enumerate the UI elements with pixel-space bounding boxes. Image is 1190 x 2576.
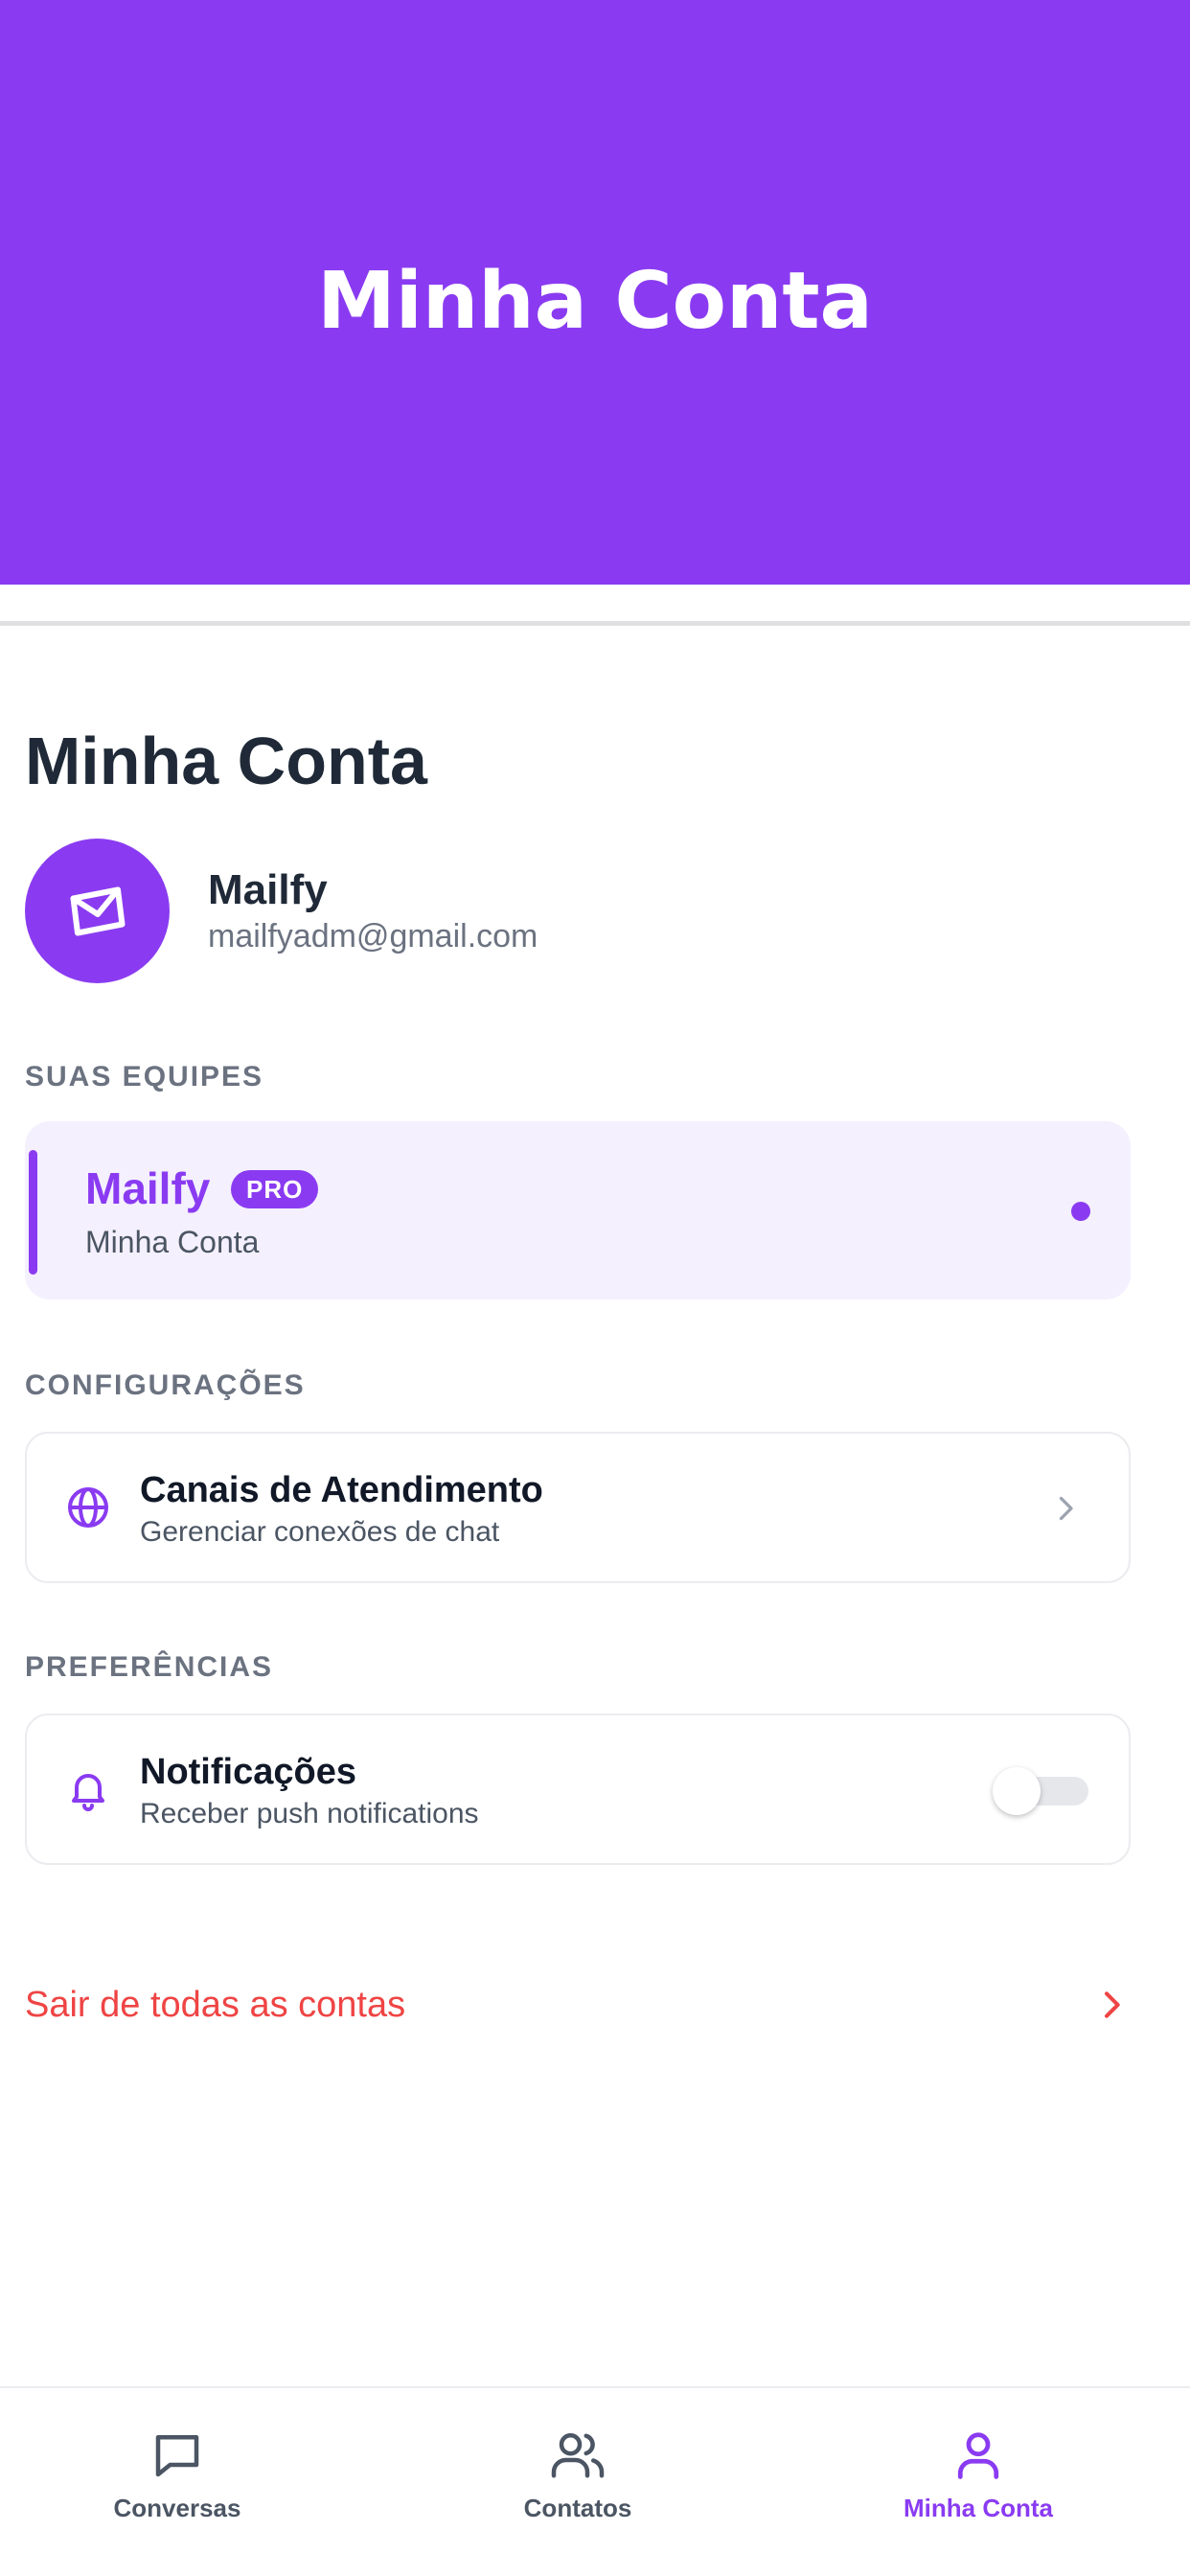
- users-icon: [551, 2433, 605, 2478]
- tab-contatos[interactable]: Contatos: [453, 2388, 702, 2576]
- settings-section-label: CONFIGURAÇÕES: [25, 1369, 306, 1401]
- profile-email: mailfyadm@gmail.com: [208, 918, 538, 954]
- avatar: [25, 839, 170, 983]
- globe-icon: [68, 1487, 108, 1528]
- settings-item-canais[interactable]: Canais de Atendimento Gerenciar conexões…: [25, 1432, 1131, 1583]
- chevron-right-icon: [1105, 1991, 1120, 2018]
- team-selected-indicator: [29, 1150, 37, 1275]
- header-divider: [0, 621, 1190, 626]
- bottom-tab-bar: Conversas Contatos Minha Conta: [0, 2386, 1190, 2576]
- preferences-item-subtitle: Receber push notifications: [140, 1798, 479, 1829]
- chevron-right-icon: [1059, 1496, 1073, 1521]
- page-title: Minha Conta: [25, 724, 427, 798]
- user-icon: [957, 2432, 999, 2479]
- settings-item-subtitle: Gerenciar conexões de chat: [140, 1516, 500, 1548]
- tab-label: Contatos: [523, 2494, 632, 2522]
- header-title: Minha Conta: [317, 256, 873, 347]
- chat-bubble-icon: [155, 2435, 199, 2477]
- bell-icon: [72, 1774, 104, 1811]
- tab-label: Conversas: [113, 2494, 241, 2522]
- preferences-item-notificacoes: Notificações Receber push notifications: [25, 1714, 1131, 1865]
- team-name: Mailfy: [85, 1163, 211, 1213]
- app-header: Minha Conta: [0, 0, 1190, 585]
- preferences-section-label: PREFERÊNCIAS: [25, 1651, 274, 1683]
- team-card-mailfy[interactable]: Mailfy PRO Minha Conta: [25, 1121, 1131, 1300]
- teams-section-label: SUAS EQUIPES: [25, 1061, 264, 1092]
- pro-badge: PRO: [231, 1170, 319, 1208]
- logout-label: Sair de todas as contas: [25, 1985, 406, 2025]
- notifications-toggle[interactable]: [993, 1767, 1088, 1815]
- profile-name: Mailfy: [208, 866, 328, 913]
- logout-all-button[interactable]: Sair de todas as contas: [25, 1978, 1131, 2032]
- toggle-knob: [993, 1767, 1041, 1815]
- tab-label: Minha Conta: [904, 2494, 1053, 2522]
- team-subtitle: Minha Conta: [85, 1225, 260, 1259]
- tab-minha-conta[interactable]: Minha Conta: [854, 2388, 1103, 2576]
- tab-conversas[interactable]: Conversas: [53, 2388, 302, 2576]
- settings-item-title: Canais de Atendimento: [140, 1470, 543, 1510]
- mail-open-icon: [70, 886, 125, 935]
- preferences-item-title: Notificações: [140, 1752, 356, 1792]
- active-team-dot: [1071, 1202, 1090, 1221]
